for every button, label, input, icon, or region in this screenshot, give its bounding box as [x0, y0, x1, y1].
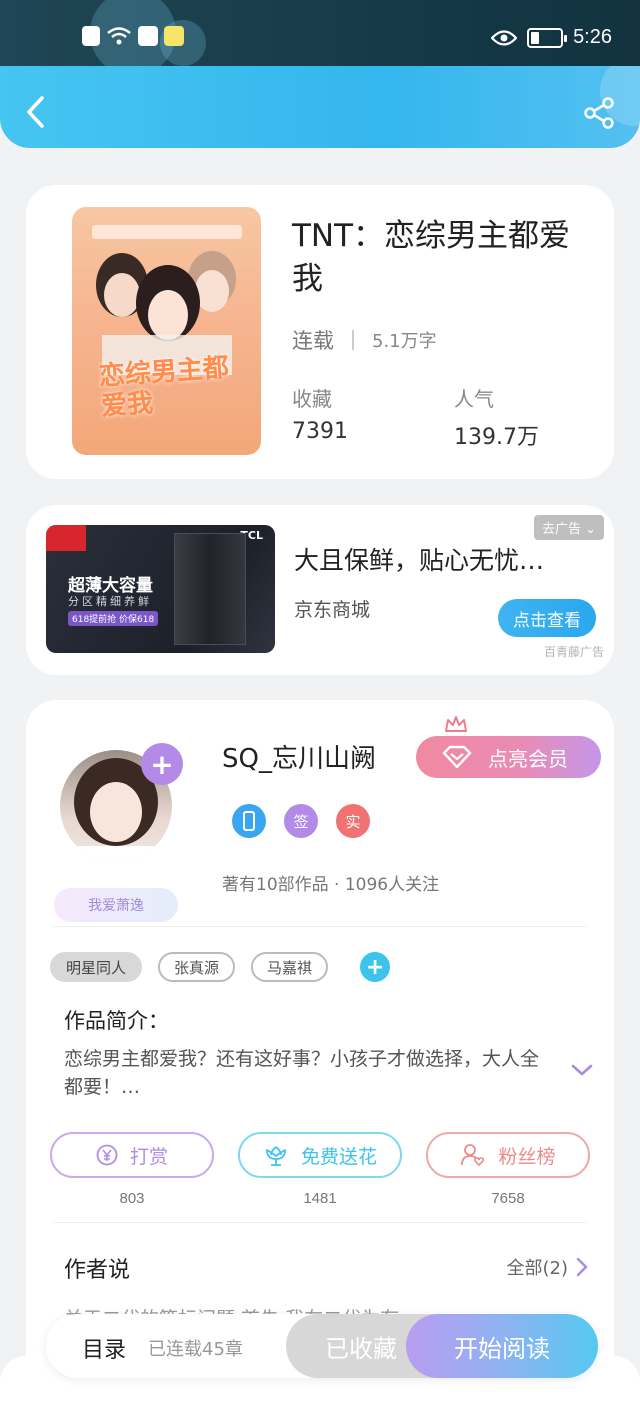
cover-art	[92, 225, 242, 375]
word-count: 5.1万字	[372, 331, 437, 352]
chevron-down-icon[interactable]	[570, 1062, 594, 1078]
remove-ad-label: 去广告	[541, 522, 581, 537]
collect-label: 收藏	[292, 387, 332, 411]
author-says-all-button[interactable]: 全部(2)	[507, 1254, 589, 1280]
author-badges: 签 实	[232, 804, 370, 838]
alert-icon	[82, 26, 100, 46]
share-icon[interactable]	[582, 96, 616, 130]
ad-logo-icon	[46, 525, 86, 551]
fan-rank-label: 粉丝榜	[498, 1145, 556, 1168]
cover-title: 恋综男主都爱我	[98, 352, 230, 422]
follow-author-button[interactable]: +	[141, 743, 183, 785]
ad-card[interactable]: TCL 超薄大容量 分区精细养鲜 618提前抢 价保618 大且保鲜，贴心无忧……	[26, 505, 614, 675]
ad-image[interactable]: TCL 超薄大容量 分区精细养鲜 618提前抢 价保618	[46, 525, 275, 653]
clock: 5:26	[573, 26, 612, 48]
ad-title: 大且保鲜，贴心无忧…	[294, 546, 545, 575]
author-says-title: 作者说	[64, 1258, 131, 1283]
book-cover[interactable]: 恋综男主都爱我	[72, 207, 261, 455]
chapter-count: 已连载45章	[148, 1339, 243, 1360]
ad-brand: 京东商城	[294, 599, 371, 621]
works-info: 著有10部作品 · 1096人关注	[222, 875, 440, 895]
toc-button[interactable]: 目录	[82, 1332, 126, 1364]
vip-label: 点亮会员	[488, 746, 568, 771]
phone-badge-icon[interactable]	[232, 804, 266, 838]
app-notification-icon	[138, 26, 158, 46]
chevron-right-icon	[576, 1257, 588, 1277]
fan-rank-button[interactable]: 粉丝榜	[426, 1132, 590, 1178]
fan-rank-action: 粉丝榜 7658	[426, 1132, 590, 1207]
plus-icon: +	[150, 747, 174, 781]
crown-icon	[445, 716, 467, 732]
author-name[interactable]: SQ_忘川山阙	[222, 738, 376, 775]
notification-icons	[82, 26, 184, 46]
flower-icon	[266, 1146, 286, 1166]
ad-source: 百青藤广告	[543, 645, 604, 659]
book-info-card: 恋综男主都爱我 TNT：恋综男主都爱我 连载 5.1万字 收藏 7391 人气 …	[26, 185, 614, 479]
remove-ad-button[interactable]: 去广告 ⌄	[533, 515, 604, 540]
chevron-left-icon[interactable]	[22, 94, 52, 130]
chevron-down-icon: ⌄	[585, 522, 596, 537]
tag-list: 明星同人 张真源 马嘉祺 +	[50, 952, 391, 982]
eye-icon	[491, 29, 518, 46]
book-title: TNT：恋综男主都爱我	[292, 218, 571, 297]
intro-label: 作品简介：	[64, 1009, 169, 1033]
divider	[54, 926, 586, 927]
tip-count: 803	[119, 1190, 145, 1207]
fan-rank-count: 7658	[491, 1190, 525, 1207]
ad-image-sub: 分区精细养鲜	[68, 595, 152, 608]
send-flower-label: 免费送花	[300, 1145, 377, 1168]
action-buttons: 打赏 803 免费送花 1481 粉丝榜 7658	[50, 1132, 590, 1207]
collect-value: 7391	[292, 419, 348, 444]
fan-badge[interactable]: 我爱萧逸	[54, 888, 178, 922]
popularity-label: 人气	[454, 387, 494, 411]
tip-label: 打赏	[129, 1145, 168, 1168]
fridge-image	[174, 533, 246, 645]
signed-badge[interactable]: 签	[284, 804, 318, 838]
divider	[54, 1222, 586, 1223]
book-meta: 连载 5.1万字	[292, 325, 437, 355]
start-reading-button[interactable]: 开始阅读	[406, 1314, 598, 1378]
tag-item[interactable]: 张真源	[158, 952, 236, 982]
ad-image-promo: 618提前抢 价保618	[68, 611, 159, 626]
author-says-all-label: 全部(2)	[506, 1258, 569, 1279]
yen-coin-icon	[96, 1144, 118, 1166]
diamond-icon	[442, 745, 472, 769]
plus-icon: +	[365, 954, 385, 980]
add-tag-button[interactable]: +	[360, 952, 391, 982]
app-notification-icon	[164, 26, 184, 46]
tip-button[interactable]: 打赏	[50, 1132, 214, 1178]
vip-button[interactable]: 点亮会员	[416, 736, 601, 778]
tip-action: 打赏 803	[50, 1132, 214, 1207]
send-flower-button[interactable]: 免费送花	[238, 1132, 402, 1178]
user-heart-icon	[461, 1144, 485, 1167]
flower-count: 1481	[303, 1190, 337, 1207]
flower-action: 免费送花 1481	[238, 1132, 402, 1207]
popularity-value: 139.7万	[454, 425, 539, 450]
author-card: + 我爱萧逸 SQ_忘川山阙 点亮会员 签 实 著有10部作品 · 1096人关…	[26, 700, 614, 1420]
divider	[352, 330, 354, 350]
wifi-icon	[107, 27, 131, 45]
battery-icon	[527, 27, 568, 48]
tag-item[interactable]: 明星同人	[50, 952, 143, 982]
verified-badge[interactable]: 实	[336, 804, 370, 838]
intro-text: 恋综男主都爱我？还有这好事？小孩子才做选择，大人全都要！…	[64, 1048, 540, 1098]
tag-item[interactable]: 马嘉祺	[251, 952, 329, 982]
serial-status: 连载	[292, 329, 334, 353]
system-status: 5:26	[491, 26, 612, 49]
top-header	[0, 66, 640, 148]
bottom-action-bar: 目录 已连载45章 已收藏 开始阅读	[46, 1314, 598, 1378]
status-bar: 5:26	[0, 0, 640, 66]
ad-view-button[interactable]: 点击查看	[498, 599, 596, 637]
